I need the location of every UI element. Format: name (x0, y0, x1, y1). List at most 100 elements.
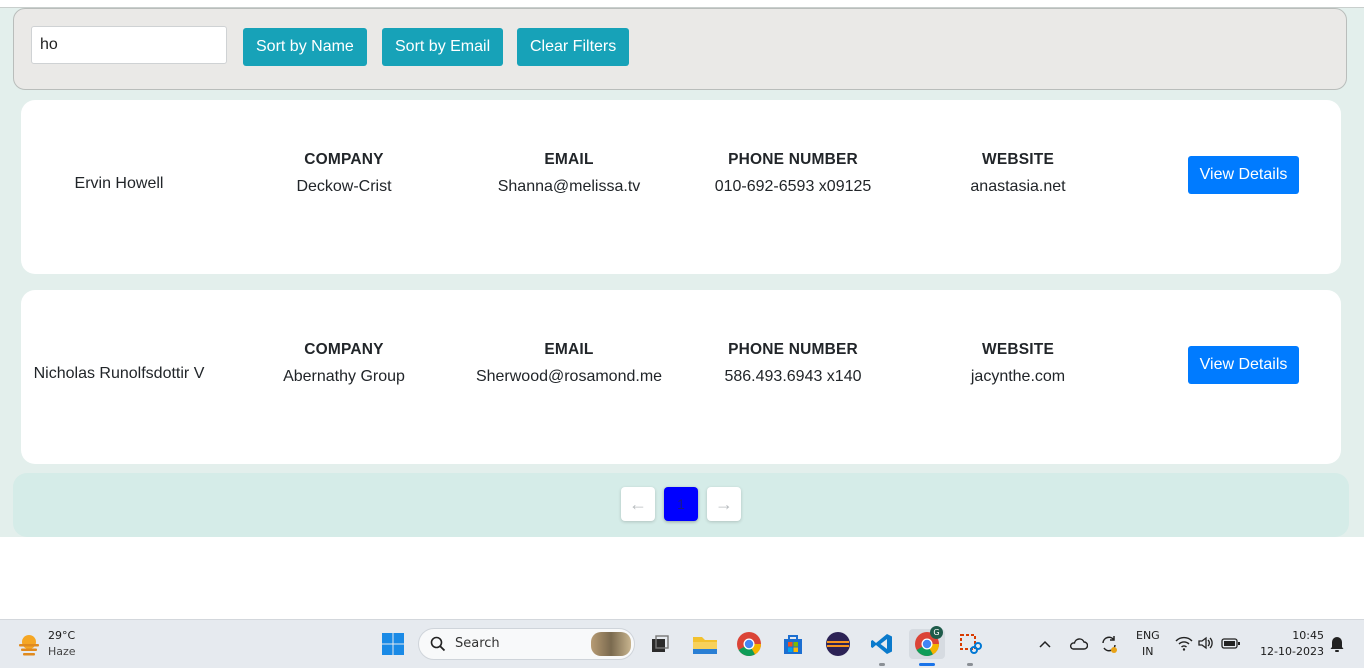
show-hidden-icons-button[interactable] (1034, 629, 1056, 659)
page-number: 1 (677, 496, 685, 512)
column-wrapper: WEBSITE jacynthe.com (971, 341, 1065, 386)
lang-bottom: IN (1142, 645, 1154, 658)
column-wrapper: COMPANY Deckow-Crist (296, 151, 391, 196)
user-name: Ervin Howell (9, 100, 229, 274)
search-input[interactable] (31, 26, 227, 64)
email-value: Sherwood@rosamond.me (475, 368, 663, 385)
user-card: Nicholas Runolfsdottir V COMPANY Abernat… (21, 290, 1341, 464)
column-wrapper: PHONE NUMBER 586.493.6943 x140 (724, 341, 861, 386)
filter-bar: Sort by Name Sort by Email Clear Filters (13, 8, 1347, 90)
company-header: COMPANY (304, 341, 384, 358)
snipping-tool-button[interactable] (955, 629, 985, 666)
taskbar: 29°C Haze Search G ENG IN 10:45 12-10-20… (0, 619, 1364, 668)
view-details-button[interactable]: View Details (1188, 346, 1299, 384)
task-view-icon (652, 635, 669, 652)
active-indicator (919, 663, 935, 666)
file-explorer-button[interactable] (690, 629, 720, 659)
user-name: Nicholas Runolfsdottir V (9, 290, 229, 464)
folder-icon (693, 637, 717, 654)
sort-by-email-button[interactable]: Sort by Email (382, 28, 504, 66)
volume-icon (1198, 636, 1213, 650)
wifi-icon (1175, 636, 1193, 651)
task-view-button[interactable] (645, 629, 675, 659)
onedrive-button[interactable] (1065, 629, 1091, 659)
windows-logo-icon (382, 633, 404, 655)
phone-column: PHONE NUMBER 586.493.6943 x140 (683, 290, 903, 464)
sync-icon (1102, 636, 1117, 653)
vscode-icon (871, 634, 892, 654)
weather-temp: 29°C (48, 629, 76, 642)
search-placeholder: Search (455, 636, 500, 651)
pagination-bar: ← 1 → (13, 473, 1349, 537)
vscode-button[interactable] (867, 629, 897, 666)
column-wrapper: PHONE NUMBER 010-692-6593 x09125 (715, 151, 872, 196)
microsoft-store-button[interactable] (778, 629, 808, 659)
language-indicator[interactable]: ENG IN (1132, 627, 1164, 661)
taskbar-search-box[interactable]: Search (418, 628, 635, 660)
chrome-icon (737, 632, 761, 657)
website-header: WEBSITE (981, 341, 1054, 358)
eclipse-button[interactable] (823, 629, 853, 659)
column-wrapper: COMPANY Abernathy Group (283, 341, 405, 386)
website-value: anastasia.net (970, 178, 1066, 195)
email-column: EMAIL Shanna@melissa.tv (459, 100, 679, 274)
eclipse-icon (826, 632, 850, 656)
phone-value: 010-692-6593 x09125 (714, 178, 872, 195)
snipping-tool-icon (960, 634, 982, 654)
company-header: COMPANY (304, 151, 384, 168)
arrow-left-icon: ← (629, 493, 647, 514)
weather-desc: Haze (48, 645, 76, 658)
view-details-button[interactable]: View Details (1188, 156, 1299, 194)
profile-badge: G (930, 626, 943, 639)
search-highlight-image (591, 632, 631, 656)
battery-icon (1221, 638, 1240, 649)
company-column: COMPANY Abernathy Group (234, 290, 454, 464)
phone-value: 586.493.6943 x140 (724, 368, 862, 385)
email-value: Shanna@melissa.tv (497, 178, 641, 195)
user-name-text: Nicholas Runolfsdottir V (33, 364, 205, 382)
phone-header: PHONE NUMBER (728, 151, 858, 168)
column-wrapper: WEBSITE anastasia.net (970, 151, 1065, 196)
email-header: EMAIL (544, 341, 594, 358)
notification-bell-icon (1330, 637, 1344, 652)
website-column: WEBSITE jacynthe.com (908, 290, 1128, 464)
clock-date: 12-10-2023 (1260, 645, 1324, 658)
cloud-icon (1069, 638, 1088, 650)
store-icon (784, 635, 802, 654)
search-icon (430, 636, 446, 652)
sync-button[interactable] (1096, 629, 1122, 659)
email-header: EMAIL (544, 151, 594, 168)
page-top-edge (0, 0, 1364, 8)
lang-top: ENG (1136, 629, 1160, 642)
website-column: WEBSITE anastasia.net (908, 100, 1128, 274)
phone-header: PHONE NUMBER (728, 341, 858, 358)
chevron-up-icon (1039, 640, 1051, 648)
sort-by-name-button[interactable]: Sort by Name (243, 28, 367, 66)
prev-page-button[interactable]: ← (621, 487, 655, 521)
user-card: Ervin Howell COMPANY Deckow-Crist EMAIL … (21, 100, 1341, 274)
website-header: WEBSITE (981, 151, 1054, 168)
chrome-button[interactable] (734, 629, 764, 659)
clock-time: 10:45 (1292, 629, 1324, 642)
website-value: jacynthe.com (970, 368, 1066, 385)
company-value: Abernathy Group (283, 368, 405, 385)
clear-filters-button[interactable]: Clear Filters (517, 28, 630, 66)
chrome-profile-button[interactable]: G (909, 626, 945, 666)
arrow-right-icon: → (715, 493, 733, 514)
running-indicator (967, 663, 973, 666)
phone-column: PHONE NUMBER 010-692-6593 x09125 (683, 100, 903, 274)
network-volume-battery[interactable] (1175, 633, 1245, 655)
clock[interactable]: 10:45 12-10-2023 (1252, 627, 1324, 661)
next-page-button[interactable]: → (707, 487, 741, 521)
weather-haze-icon (19, 635, 39, 656)
user-name-text: Ervin Howell (74, 174, 164, 192)
notifications-button[interactable] (1326, 629, 1348, 659)
windows-start-button[interactable] (378, 629, 408, 659)
column-wrapper: EMAIL Shanna@melissa.tv (498, 151, 641, 196)
page-1-button[interactable]: 1 (664, 487, 698, 521)
weather-widget[interactable]: 29°C Haze (14, 628, 84, 662)
column-wrapper: EMAIL Sherwood@rosamond.me (476, 341, 662, 386)
running-indicator (879, 663, 885, 666)
email-column: EMAIL Sherwood@rosamond.me (459, 290, 679, 464)
company-column: COMPANY Deckow-Crist (234, 100, 454, 274)
